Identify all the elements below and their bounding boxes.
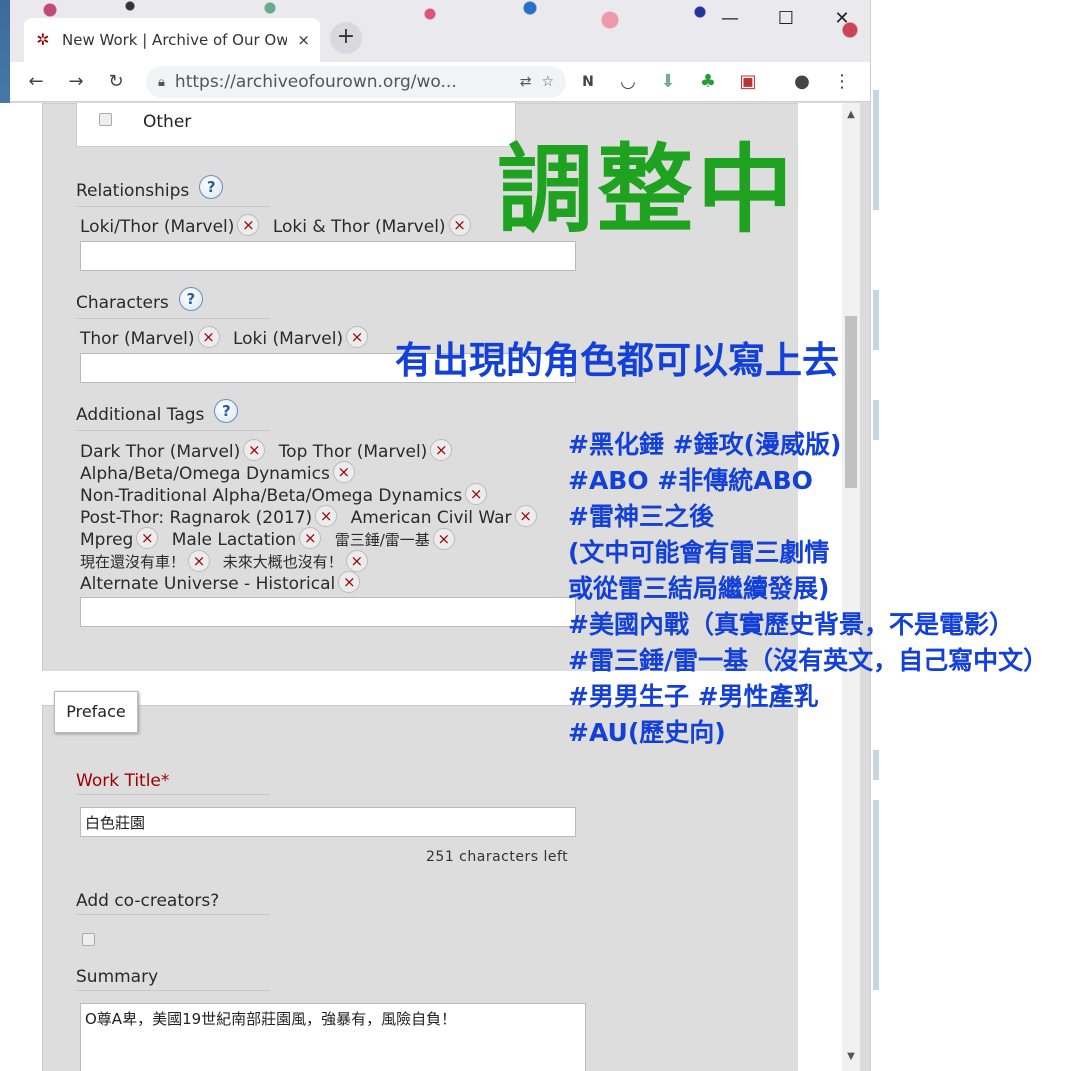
tag-note-line: #黑化錘 #錘攻(漫威版) — [568, 430, 842, 459]
browser-tab[interactable]: ✲ New Work | Archive of Our Ow × — [24, 18, 320, 62]
additional-tags-help-icon[interactable]: ? — [214, 399, 239, 423]
tag-item: Loki & Thor (Marvel) × — [273, 214, 471, 238]
remove-tag-icon[interactable]: × — [514, 505, 537, 527]
summary-label: Summary — [76, 967, 270, 991]
tab-title: New Work | Archive of Our Ow — [62, 31, 288, 49]
tab-bar: ✲ New Work | Archive of Our Ow × + — ☐ ✕ — [10, 0, 870, 62]
remove-tag-icon[interactable]: × — [346, 326, 369, 348]
remove-tag-icon[interactable]: × — [299, 527, 322, 549]
remove-tag-icon[interactable]: × — [315, 505, 338, 527]
additional-tags-row: Alpha/Beta/Omega Dynamics × — [80, 461, 363, 485]
tag-note-line: #雷神三之後 — [568, 502, 714, 531]
remove-tag-icon[interactable]: × — [430, 439, 453, 461]
remove-tag-icon[interactable]: × — [448, 214, 471, 236]
translate-icon[interactable]: ⇄ — [520, 74, 532, 90]
category-other-label: Other — [143, 112, 192, 132]
status-overlay-text: 調整中 — [497, 134, 797, 246]
new-tab-button[interactable]: + — [330, 22, 362, 54]
tag-note-line: #美國內戰（真實歷史背景，不是電影） — [568, 610, 1014, 639]
tag-item: Thor (Marvel) × — [80, 326, 220, 350]
additional-tags-row: Post-Thor: Ragnarok (2017) × American Civ… — [80, 505, 545, 529]
tag-note-line: #雷三錘/雷一基（沒有英文，自己寫中文） — [568, 646, 1049, 675]
tag-item: Loki (Marvel) × — [233, 326, 369, 350]
tag-item: Loki/Thor (Marvel) × — [80, 214, 260, 238]
tag-note-line: #AU(歷史向) — [568, 718, 726, 747]
remove-tag-icon[interactable]: × — [465, 483, 488, 505]
relationships-help-icon[interactable]: ? — [199, 175, 224, 199]
characters-left-counter: 251 characters left — [426, 849, 569, 865]
close-window-icon[interactable]: ✕ — [822, 8, 862, 29]
evernote-icon[interactable]: ♣ — [694, 68, 722, 96]
remove-tag-icon[interactable]: × — [136, 527, 159, 549]
extension-n-icon[interactable]: N — [574, 68, 602, 96]
tag-notes: #黑化錘 #錘攻(漫威版) #ABO #非傳統ABO #雷神三之後 (文中可能會… — [568, 427, 1048, 751]
lock-icon: 🔒︎ — [158, 74, 165, 90]
remove-tag-icon[interactable]: × — [332, 461, 355, 483]
characters-label: Characters? — [76, 287, 270, 319]
category-other-box: Other — [76, 103, 516, 147]
relationships-tags: Loki/Thor (Marvel) × Loki & Thor (Marvel)… — [80, 214, 479, 238]
pdf-icon[interactable]: ▣ — [734, 68, 762, 96]
remove-tag-icon[interactable]: × — [243, 439, 266, 461]
relationships-label: Relationships? — [76, 175, 270, 207]
url-text: https://archiveofourown.org/wo... — [174, 72, 457, 92]
remove-tag-icon[interactable]: × — [345, 549, 368, 572]
menu-kebab-icon[interactable]: ⋮ — [828, 68, 856, 96]
cocreators-checkbox[interactable] — [82, 933, 95, 946]
tag-note-line: 或從雷三結局繼續發展) — [568, 574, 830, 603]
characters-tags: Thor (Marvel) × Loki (Marvel) × — [80, 326, 376, 350]
address-bar[interactable]: 🔒︎ https://archiveofourown.org/wo... ⇄ ☆ — [146, 66, 566, 98]
work-title-input[interactable]: 白色莊園 — [80, 807, 576, 837]
additional-tags-row: Non-Traditional Alpha/Beta/Omega Dynamic… — [80, 483, 495, 507]
preface-panel: Preface Work Title* 白色莊園 251 characters … — [42, 691, 798, 1071]
additional-tags-input[interactable] — [80, 597, 576, 627]
bookmark-star-icon[interactable]: ☆ — [541, 74, 554, 90]
minimize-icon[interactable]: — — [710, 8, 750, 29]
additional-tags-row: Mpreg × Male Lactation × 雷三錘/雷一基 × — [80, 527, 463, 552]
cocreators-label: Add co-creators? — [76, 891, 270, 915]
additional-tags-row: 現在還沒有車！ × 未來大概也沒有！ × — [80, 549, 376, 574]
remove-tag-icon[interactable]: × — [432, 527, 455, 550]
pocket-icon[interactable]: ◡ — [614, 68, 642, 96]
close-tab-icon[interactable]: × — [297, 31, 310, 49]
tag-note-line: #男男生子 #男性產乳 — [568, 682, 819, 711]
additional-tags-row: Alternate Universe - Historical × — [80, 571, 368, 595]
ao3-favicon-icon: ✲ — [36, 30, 50, 49]
remove-tag-icon[interactable]: × — [338, 571, 361, 593]
category-other-checkbox[interactable] — [99, 113, 112, 126]
remove-tag-icon[interactable]: × — [188, 549, 211, 572]
forward-icon[interactable]: → — [62, 68, 90, 96]
characters-note: 有出現的角色都可以寫上去 — [395, 339, 839, 382]
summary-textarea[interactable]: O尊A卑，美國19世紀南部莊園風，強暴有，風險自負！ — [80, 1003, 586, 1071]
preface-legend: Preface — [54, 691, 138, 733]
maximize-icon[interactable]: ☐ — [766, 8, 806, 29]
avatar[interactable]: ● — [788, 68, 816, 96]
additional-tags-label: Additional Tags? — [76, 399, 270, 431]
scroll-down-icon[interactable]: ▼ — [842, 1051, 860, 1062]
scroll-up-icon[interactable]: ▲ — [842, 109, 860, 120]
back-icon[interactable]: ← — [22, 68, 50, 96]
tag-note-line: #ABO #非傳統ABO — [568, 466, 813, 495]
tag-note-line: (文中可能會有雷三劇情 — [568, 538, 830, 567]
reload-icon[interactable]: ↻ — [102, 68, 130, 96]
work-title-label: Work Title* — [76, 771, 270, 795]
browser-toolbar: ← → ↻ 🔒︎ https://archiveofourown.org/wo.… — [10, 62, 870, 102]
characters-help-icon[interactable]: ? — [178, 287, 203, 311]
remove-tag-icon[interactable]: × — [237, 214, 260, 236]
remove-tag-icon[interactable]: × — [197, 326, 220, 348]
additional-tags-row: Dark Thor (Marvel) × Top Thor (Marvel) × — [80, 439, 460, 463]
download-arrow-icon[interactable]: ⬇ — [654, 68, 682, 96]
